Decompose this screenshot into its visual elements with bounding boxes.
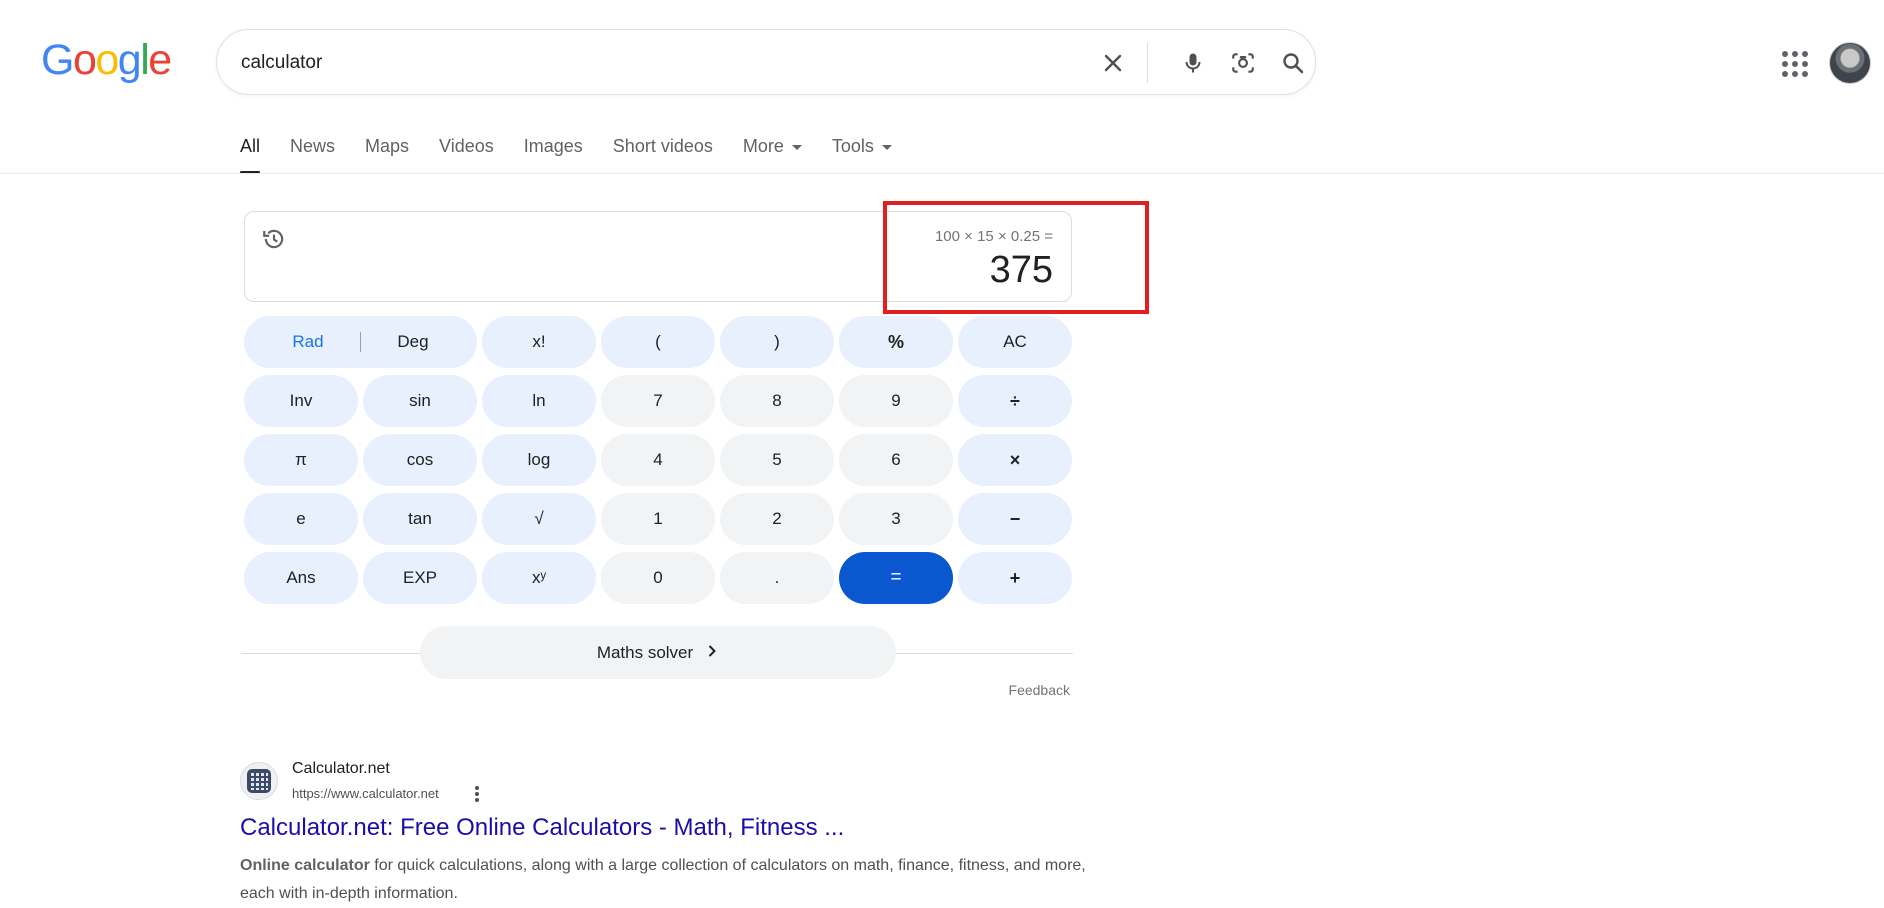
calc-key[interactable]: 1 (601, 493, 715, 545)
calc-key[interactable]: AC (958, 316, 1072, 368)
calc-key[interactable]: 3 (839, 493, 953, 545)
calc-key[interactable]: ln (482, 375, 596, 427)
calc-key[interactable]: % (839, 316, 953, 368)
maths-solver-label: Maths solver (596, 642, 694, 662)
search-box[interactable] (216, 29, 1316, 95)
tab-short-videos[interactable]: Short videos (613, 132, 713, 172)
tab-label: Short videos (612, 136, 713, 156)
calc-key[interactable]: ) (720, 316, 834, 368)
result-url[interactable]: https://www.calculator.net (292, 786, 439, 801)
clear-icon[interactable] (1095, 45, 1131, 81)
calculator-keypad: Rad Deg x!()% AC Inv sin ln 7 8 9 ÷ π cos log 4 5 6 × e t… (244, 316, 1072, 604)
calc-key[interactable]: . (720, 552, 834, 604)
calc-key[interactable]: √ (482, 493, 596, 545)
tab-label: More (742, 136, 784, 156)
tab-maps[interactable]: Maps (365, 132, 409, 172)
history-icon[interactable] (261, 226, 287, 252)
tab-more[interactable]: More (743, 132, 802, 172)
calc-key[interactable]: EXP (363, 552, 477, 604)
apps-grid-icon[interactable] (1775, 44, 1811, 80)
tab-label: All (240, 136, 261, 156)
logo-letter: o (72, 36, 97, 84)
calc-key[interactable]: Inv (244, 375, 358, 427)
search-tabs: All News Maps Videos Images Short videos More T… (240, 132, 922, 174)
calc-key[interactable]: 4 (601, 434, 715, 486)
calc-key[interactable]: 8 (720, 375, 834, 427)
calc-key[interactable]: ÷ (958, 375, 1072, 427)
calc-key[interactable]: sin (363, 375, 477, 427)
calculator-favicon-icon[interactable] (240, 762, 278, 800)
calc-key[interactable]: x! (482, 316, 596, 368)
result-highlight-box (883, 201, 1149, 314)
calc-key[interactable]: = (839, 552, 953, 604)
tab-videos[interactable]: Videos (439, 132, 494, 172)
deg-option[interactable]: Deg (361, 332, 465, 352)
search-input[interactable] (241, 50, 1041, 76)
logo-letter: o (95, 36, 119, 84)
tabs-divider (0, 173, 1884, 174)
calc-key[interactable]: 7 (601, 375, 715, 427)
rad-deg-toggle[interactable]: Rad Deg (244, 316, 477, 368)
more-options-icon[interactable] (470, 784, 484, 804)
logo-letter: G (41, 36, 74, 84)
calc-key[interactable]: 6 (839, 434, 953, 486)
calc-key[interactable]: Ans (244, 552, 358, 604)
calc-key[interactable]: e (244, 493, 358, 545)
tab-news[interactable]: News (290, 132, 335, 172)
snippet-bold: Online calculator (240, 857, 370, 874)
maths-solver-button[interactable]: Maths solver (420, 626, 896, 679)
logo-letter: l (140, 36, 150, 84)
calc-key[interactable]: 0 (601, 552, 715, 604)
logo-letter: g (117, 36, 142, 84)
calc-key[interactable]: cos (363, 434, 477, 486)
calc-key[interactable]: ( (601, 316, 715, 368)
calc-key[interactable]: 5 (720, 434, 834, 486)
tab-label: Images (523, 136, 583, 156)
rad-option[interactable]: Rad (256, 332, 360, 352)
result-title-link[interactable]: Calculator.net: Free Online Calculators … (240, 814, 844, 842)
chevron-right-icon (705, 641, 719, 664)
microphone-icon[interactable] (1175, 45, 1211, 81)
calc-key[interactable]: × (958, 434, 1072, 486)
calc-key[interactable]: − (958, 493, 1072, 545)
tab-label: Videos (439, 136, 494, 156)
dropdown-caret-icon (791, 144, 802, 150)
tab-label: Maps (365, 136, 410, 156)
dropdown-caret-icon (881, 144, 892, 150)
calc-key[interactable]: 9 (839, 375, 953, 427)
result-site-name[interactable]: Calculator.net (292, 760, 390, 778)
search-icon[interactable] (1275, 45, 1311, 81)
calc-key[interactable]: π (244, 434, 358, 486)
feedback-link[interactable]: Feedback (1009, 682, 1070, 698)
lens-camera-icon[interactable] (1225, 45, 1261, 81)
search-divider (1147, 43, 1148, 83)
tab-all[interactable]: All (240, 132, 261, 174)
account-avatar[interactable] (1829, 42, 1871, 84)
calc-key[interactable]: 2 (720, 493, 834, 545)
google-logo[interactable]: Google (41, 36, 172, 84)
tab-label: Tools (831, 136, 874, 156)
calc-key[interactable]: xʸ (482, 552, 596, 604)
calc-key[interactable]: + (958, 552, 1072, 604)
tab-images[interactable]: Images (524, 132, 583, 172)
tab-label: News (290, 136, 336, 156)
calc-key[interactable]: tan (363, 493, 477, 545)
logo-letter: e (148, 36, 172, 84)
calc-key[interactable]: log (482, 434, 596, 486)
tab-tools[interactable]: Tools (832, 132, 892, 172)
